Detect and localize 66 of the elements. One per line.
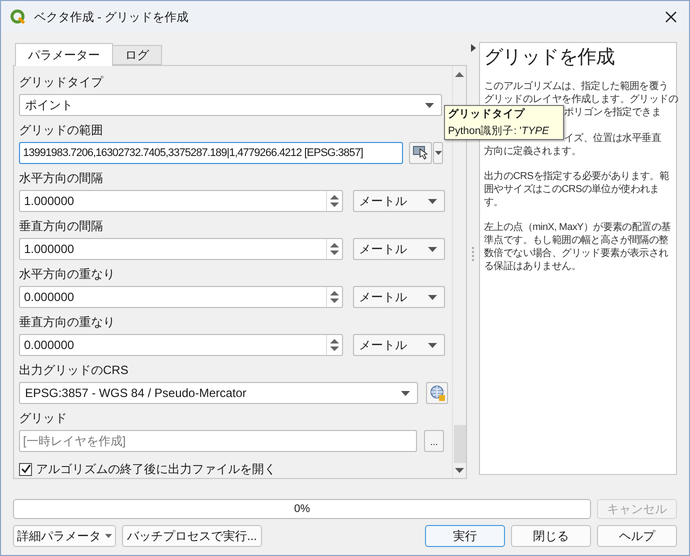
tab[interactable]: パラメーター — [15, 43, 113, 66]
number-spinbox[interactable]: 1.000000 — [19, 238, 343, 260]
batch-process-button[interactable]: バッチプロセスで実行... — [122, 525, 262, 547]
help-text: 左上の点（minX, MaxY）が要素の配置の基準点です。もし範囲の幅と高さが間隔の整数倍でない場合、グリッド要素が表示される保証はありません。 — [484, 221, 672, 273]
help-text: ポリゴンを指定できま — [564, 106, 662, 119]
spin-arrows-icon[interactable] — [326, 335, 342, 355]
number-spinbox[interactable]: 0.000000 — [19, 334, 343, 356]
crs-dropdown[interactable]: EPSG:3857 - WGS 84 / Pseudo-Mercator — [19, 382, 418, 404]
dialog-button[interactable]: 実行 — [425, 525, 505, 547]
tooltip-title: グリッドタイプ — [448, 108, 526, 120]
caret-icon — [428, 246, 437, 252]
dropdown-button[interactable] — [433, 142, 443, 164]
caret-icon — [428, 342, 437, 348]
help-text: イズ、位置は水平垂直 — [564, 132, 662, 145]
unit-dropdown[interactable]: メートル — [353, 334, 445, 356]
spin-arrows-icon[interactable] — [326, 287, 342, 307]
crs-select-button[interactable] — [426, 382, 448, 404]
field-label: グリッド — [19, 410, 68, 426]
tab[interactable]: ログ — [113, 45, 162, 65]
extent-field[interactable]: 13991983.7206,16302732.7405,3375287.189|1,4779266.4212 [EPSG:3857] — [19, 142, 403, 164]
caret-icon — [428, 198, 437, 204]
spin-arrows-icon[interactable] — [326, 239, 342, 259]
caret-icon — [401, 390, 410, 396]
scroll-thumb[interactable] — [454, 425, 466, 463]
field-label: 垂直方向の重なり — [19, 314, 116, 330]
caret-icon — [434, 151, 442, 155]
output-field[interactable]: [一時レイヤを作成] — [19, 430, 417, 452]
checkbox[interactable] — [19, 462, 32, 476]
scroll-down-icon[interactable] — [455, 468, 464, 473]
caret-icon — [425, 102, 434, 108]
unit-dropdown[interactable]: メートル — [353, 238, 445, 260]
progress-label: 0% — [293, 502, 312, 517]
spin-arrows-icon[interactable] — [326, 191, 342, 211]
scroll-up-icon[interactable] — [455, 72, 464, 77]
number-spinbox[interactable]: 0.000000 — [19, 286, 343, 308]
cursor-icon — [412, 146, 428, 160]
help-text: このアルゴリズムは、指定した範囲を覆う — [484, 80, 668, 93]
help-text: グリッドのレイヤを作成します。グリッドの — [484, 93, 678, 106]
tooltip-text: Python識別子: 'TYPE — [448, 125, 550, 137]
dropdown[interactable]: ポイント — [19, 94, 442, 116]
unit-dropdown[interactable]: メートル — [353, 190, 445, 212]
caret-icon — [105, 534, 112, 538]
splitter-handle-icon[interactable] — [472, 247, 474, 261]
field-label: 水平方向の間隔 — [19, 170, 104, 186]
advanced-parameters-button[interactable]: 詳細パラメータ — [13, 525, 116, 547]
help-text: 方向に定義されます。 — [484, 145, 582, 158]
browse-button[interactable]: ... — [424, 430, 444, 452]
checkbox-label: アルゴリズムの終了後に出力ファイルを開く — [36, 461, 276, 478]
help-title: グリッドを作成 — [484, 46, 616, 70]
unit-dropdown[interactable]: メートル — [353, 286, 445, 308]
field-label: グリッドの範囲 — [19, 122, 104, 138]
number-spinbox[interactable]: 1.000000 — [19, 190, 343, 212]
collapse-arrow-icon[interactable] — [470, 44, 476, 52]
globe-icon — [429, 385, 445, 401]
app-logo-icon — [10, 9, 26, 25]
field-label: 出力グリッドのCRS — [19, 362, 130, 378]
map-select-button[interactable] — [409, 142, 432, 164]
close-icon[interactable] — [665, 11, 677, 23]
field-label: 水平方向の重なり — [19, 266, 116, 282]
field-label: グリッドタイプ — [19, 74, 104, 90]
help-text: 出力のCRSを指定する必要があります。範囲やサイズはこのCRSの単位が使われます。 — [484, 170, 670, 209]
caret-icon — [428, 294, 437, 300]
dialog-button[interactable]: 閉じる — [511, 525, 591, 547]
field-label: 垂直方向の間隔 — [19, 218, 104, 234]
window-title: ベクタ作成 - グリッドを作成 — [34, 9, 189, 26]
dialog-button[interactable]: ヘルプ — [597, 525, 677, 547]
